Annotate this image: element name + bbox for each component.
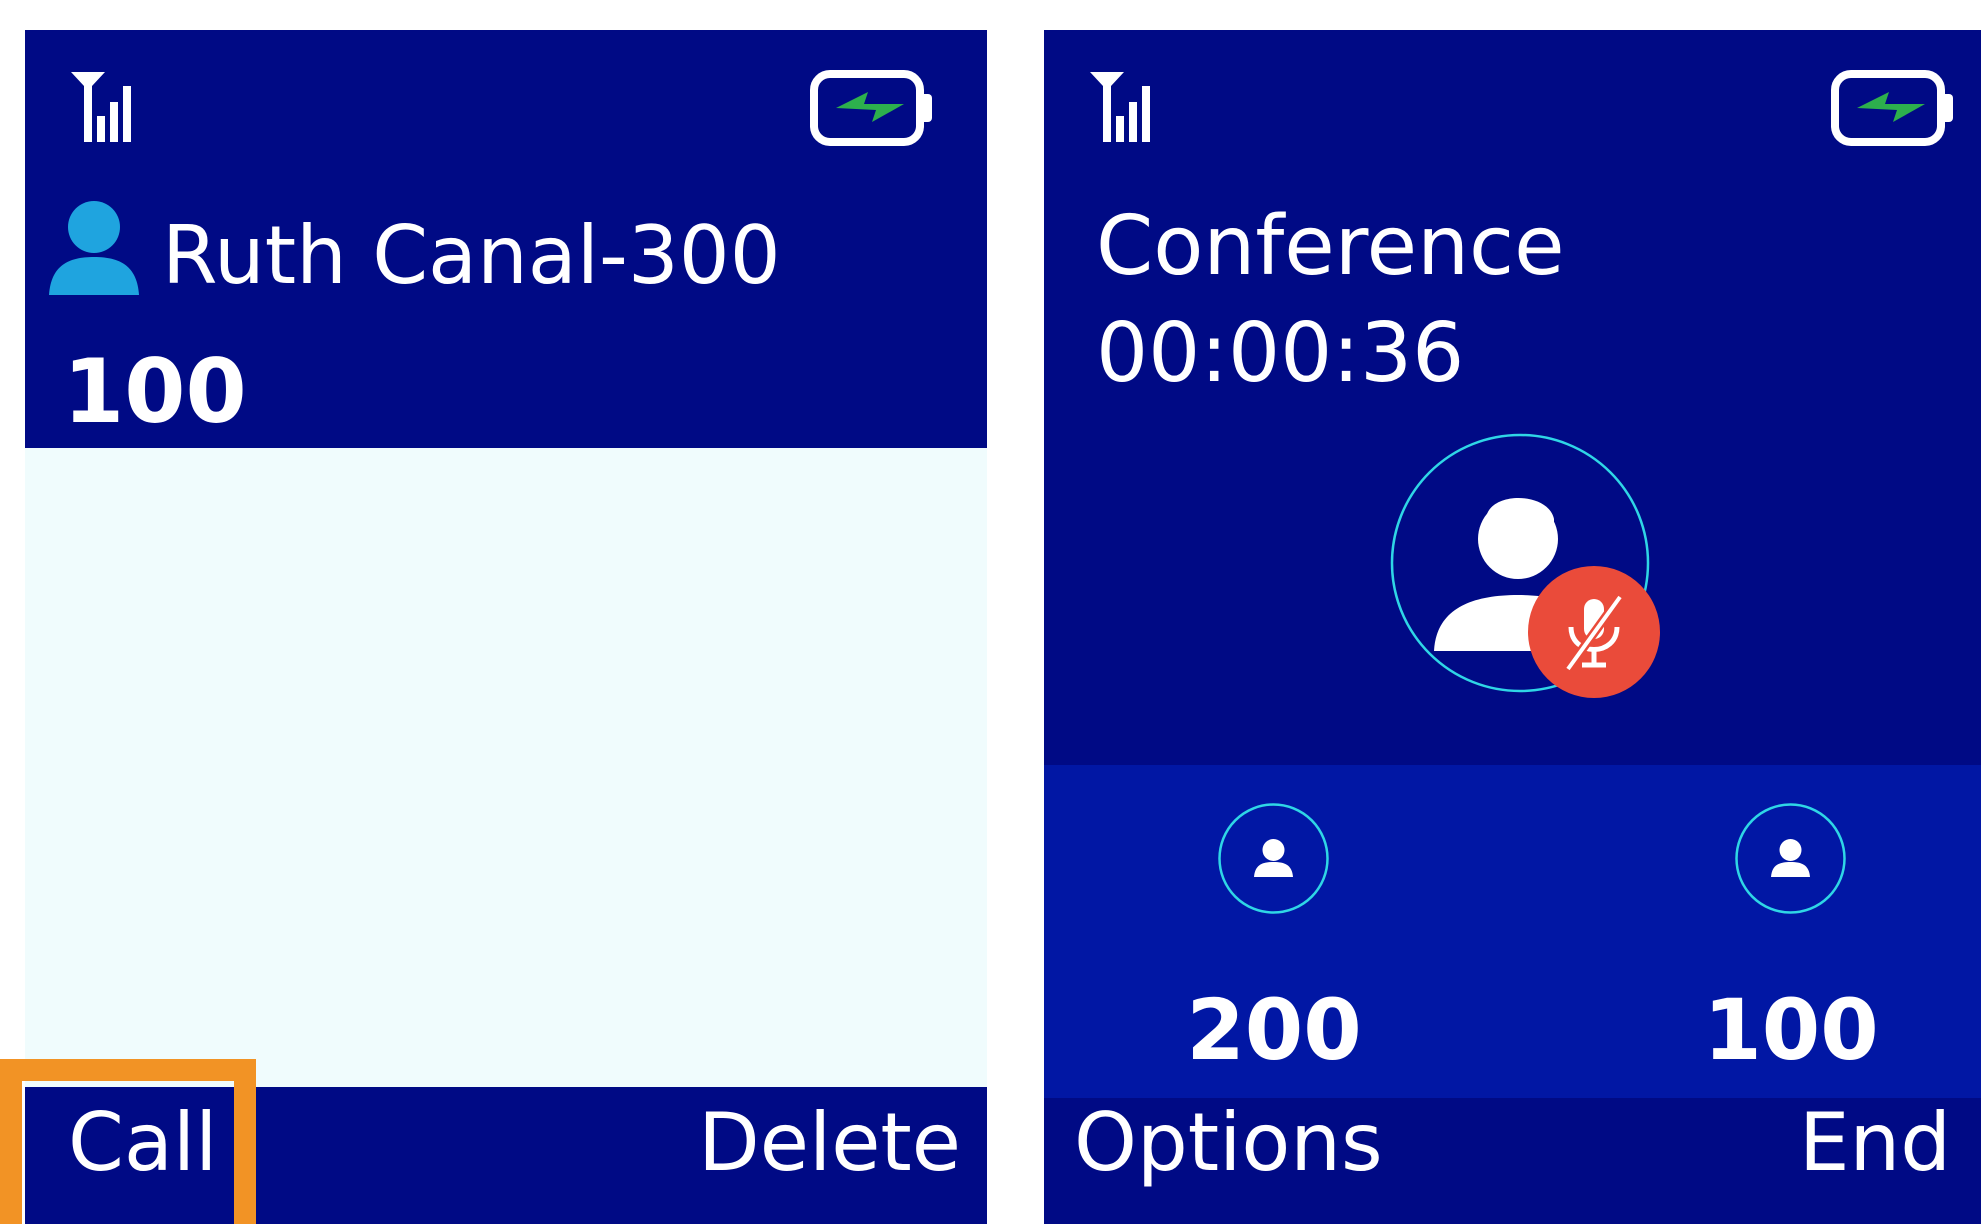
person-avatar-icon [1390, 433, 1660, 698]
battery-charging-icon [810, 70, 932, 146]
delete-softkey[interactable]: Delete [698, 1103, 961, 1183]
contact-person-icon [49, 201, 139, 295]
battery-charging-icon [1831, 70, 1953, 146]
participant-number: 100 [1703, 981, 1879, 1079]
microphone-muted-icon [1528, 566, 1660, 698]
call-title: Conference [1096, 199, 1565, 294]
call-softkey-highlight [0, 1059, 256, 1224]
signal-strength-icon [71, 72, 131, 142]
dial-header: Ruth Canal-300 100 [25, 30, 987, 448]
contact-name: Ruth Canal-300 [162, 209, 781, 302]
dial-screen: Ruth Canal-300 100 Call Delete [25, 30, 987, 1224]
participant-avatar-icon[interactable] [1216, 801, 1331, 916]
participant-avatar-icon[interactable] [1733, 801, 1848, 916]
participant-number: 200 [1186, 981, 1362, 1079]
signal-strength-icon [1090, 72, 1150, 142]
conference-screen: Conference 00:00:36 200 100 Options End [1044, 30, 1981, 1224]
call-timer: 00:00:36 [1096, 306, 1465, 401]
end-call-softkey[interactable]: End [1799, 1103, 1951, 1183]
options-softkey[interactable]: Options [1074, 1103, 1383, 1183]
dialed-number: 100 [63, 340, 247, 443]
